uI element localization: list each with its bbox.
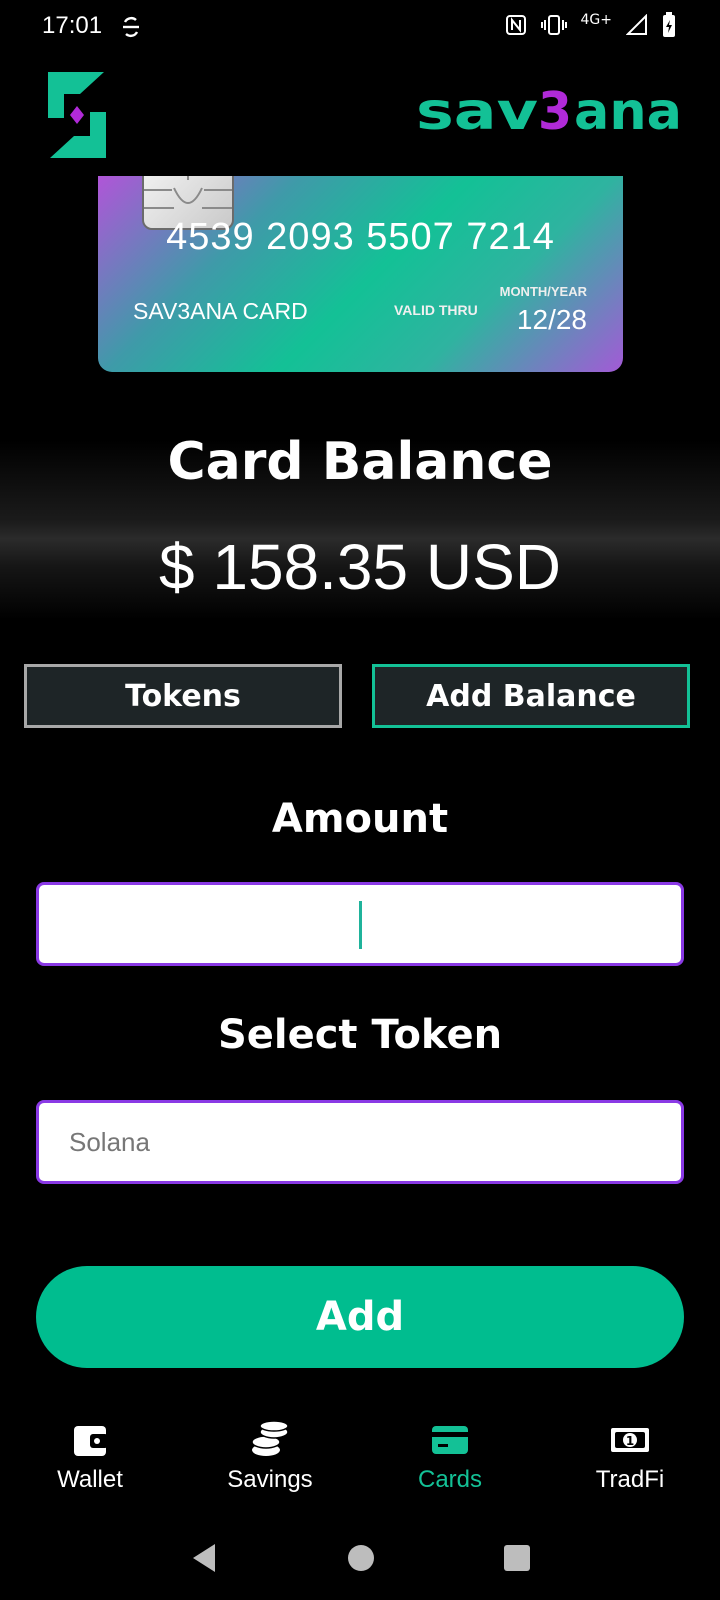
wallet-icon xyxy=(74,1426,108,1456)
valid-thru-label: VALID THRU xyxy=(394,302,478,318)
nav-tradfi[interactable]: 1 TradFi xyxy=(540,1420,720,1500)
system-nav xyxy=(0,1530,720,1586)
card-expiry: 12/28 xyxy=(516,304,587,335)
brand-logo: sav 3 ana xyxy=(416,86,682,136)
network-type: 4G+ xyxy=(580,12,613,28)
balance-title: Card Balance xyxy=(167,432,553,492)
home-icon[interactable] xyxy=(347,1544,375,1572)
nav-tradfi-label: TradFi xyxy=(595,1466,665,1493)
add-button[interactable]: Add xyxy=(36,1266,684,1368)
nav-savings[interactable]: Savings xyxy=(180,1420,360,1500)
svg-text:1: 1 xyxy=(626,1434,634,1448)
nav-wallet[interactable]: Wallet xyxy=(0,1420,180,1500)
nav-cards-label: Cards xyxy=(417,1466,483,1493)
bottom-nav: Wallet Savings Cards 1 TradFi xyxy=(0,1420,720,1500)
add-balance-button[interactable]: Add Balance xyxy=(372,664,690,728)
recents-icon[interactable] xyxy=(503,1544,531,1572)
card-name: SAV3ANA CARD xyxy=(133,298,308,324)
vibrate-icon xyxy=(540,15,567,35)
text-caret xyxy=(359,901,362,949)
svg-text:sav: sav xyxy=(416,86,538,136)
status-time: 17:01 xyxy=(42,12,103,39)
nfc-icon xyxy=(505,15,526,35)
token-select-value: Solana xyxy=(69,1126,150,1157)
card-icon xyxy=(432,1426,468,1454)
amount-input[interactable] xyxy=(36,882,684,966)
coins-icon xyxy=(251,1420,289,1456)
select-token-label: Select Token xyxy=(217,1012,503,1058)
nav-wallet-label: Wallet xyxy=(57,1466,123,1493)
card-number: 4539 2093 5507 7214 xyxy=(166,216,555,258)
svg-text:3: 3 xyxy=(538,86,572,136)
signal-icon xyxy=(626,14,647,35)
svg-text:ana: ana xyxy=(574,86,682,136)
debit-card[interactable]: 4539 2093 5507 7214 SAV3ANA CARD VALID T… xyxy=(98,176,623,372)
token-select[interactable]: Solana xyxy=(36,1100,684,1184)
balance-value: $ 158.35 USD xyxy=(158,531,562,603)
banknote-icon: 1 xyxy=(611,1428,649,1452)
logo-icon xyxy=(48,72,106,158)
nav-cards[interactable]: Cards xyxy=(360,1420,540,1500)
month-year-label: MONTH/YEAR xyxy=(499,284,587,299)
status-icons: 4G+ xyxy=(505,12,677,38)
nav-savings-label: Savings xyxy=(227,1466,313,1493)
tokens-button[interactable]: Tokens xyxy=(24,664,342,728)
sync-icon xyxy=(120,14,142,44)
back-icon[interactable] xyxy=(189,1542,219,1574)
amount-label: Amount xyxy=(271,796,449,842)
battery-icon xyxy=(663,12,675,37)
